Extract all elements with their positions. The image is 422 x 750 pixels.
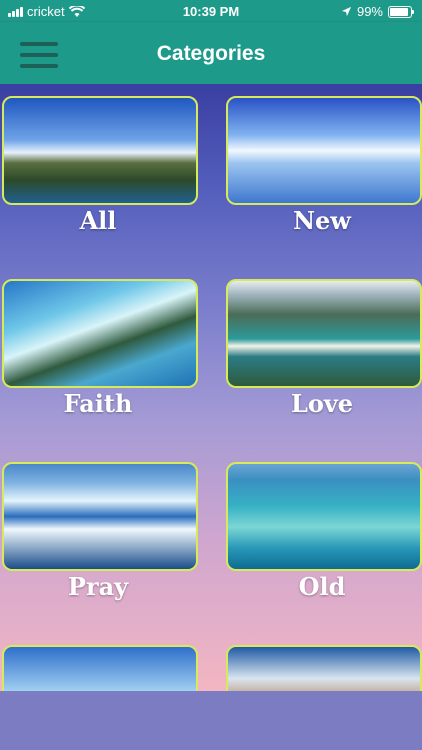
category-image-8[interactable] [226,645,422,691]
category-image-new[interactable] [226,96,422,205]
bottom-bar [0,691,422,750]
category-grid: All New Faith Love Pray Old [0,84,422,691]
header-bar: Categories [0,22,422,84]
category-image-old[interactable] [226,462,422,571]
category-label-love[interactable]: Love [226,389,418,418]
category-label-faith[interactable]: Faith [2,389,194,418]
category-label-old[interactable]: Old [226,572,418,601]
category-image-all[interactable] [2,96,198,205]
category-label-new[interactable]: New [226,206,418,235]
category-image-love[interactable] [226,279,422,388]
category-label-all[interactable]: All [2,206,194,235]
category-image-faith[interactable] [2,279,198,388]
battery-percent: 99% [356,4,383,19]
battery-fill [390,7,408,16]
category-image-pray[interactable] [2,462,198,571]
category-image-7[interactable] [2,645,198,691]
battery-icon [388,5,414,18]
status-right: 99% [341,4,414,19]
page-title: Categories [156,42,266,65]
location-arrow-icon [341,6,352,17]
category-label-pray[interactable]: Pray [2,572,194,601]
status-bar: cricket 10:39 PM 99% [0,0,422,22]
